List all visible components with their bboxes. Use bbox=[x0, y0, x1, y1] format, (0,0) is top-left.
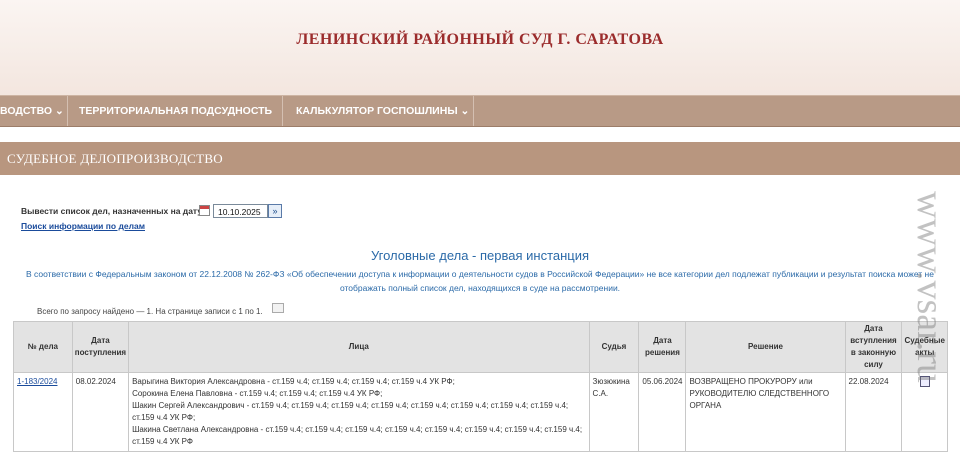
nav-item-fee-calculator[interactable]: КАЛЬКУЛЯТОР ГОСПОШЛИНЫ ⌄ bbox=[284, 96, 474, 126]
print-icon[interactable] bbox=[272, 303, 284, 313]
section-bar: СУДЕБНОЕ ДЕЛОПРОИЗВОДСТВО bbox=[0, 142, 960, 175]
main-nav: ВОДСТВО ⌄ ТЕРРИТОРИАЛЬНАЯ ПОДСУДНОСТЬ ⌄ … bbox=[0, 95, 960, 147]
col-header-decision: Решение bbox=[685, 321, 846, 373]
table-row: 1-183/2024 08.02.2024 Варыгина Виктория … bbox=[13, 372, 948, 452]
section-title: СУДЕБНОЕ ДЕЛОПРОИЗВОДСТВО bbox=[7, 151, 223, 166]
law-notice: В соответствии с Федеральным законом от … bbox=[26, 269, 934, 293]
case-search-link[interactable]: Поиск информации по делам bbox=[21, 221, 145, 231]
watermark-text: www.vsar.ru bbox=[909, 191, 951, 383]
col-header-persons: Лица bbox=[128, 321, 590, 373]
decision-date: 05.06.2024 bbox=[638, 372, 687, 452]
date-input[interactable]: 10.10.2025 bbox=[213, 204, 268, 218]
nav-item-jurisdiction[interactable]: ТЕРРИТОРИАЛЬНАЯ ПОДСУДНОСТЬ ⌄ bbox=[68, 96, 283, 147]
col-header-received: Дата поступления bbox=[71, 321, 130, 373]
date-label: Вывести список дел, назначенных на дату bbox=[21, 206, 203, 216]
col-header-judge: Судья bbox=[588, 321, 640, 373]
received-date: 08.02.2024 bbox=[71, 372, 130, 452]
nav-item-proceedings[interactable]: ВОДСТВО ⌄ bbox=[0, 96, 68, 126]
table-header-row: № дела Дата поступления Лица Судья Дата … bbox=[13, 321, 948, 373]
col-header-case-no: № дела bbox=[13, 321, 73, 373]
calendar-icon[interactable] bbox=[199, 205, 210, 216]
col-header-decision-date: Дата решения bbox=[638, 321, 687, 373]
persons-cell: Варыгина Виктория Александровна - ст.159… bbox=[128, 372, 590, 452]
site-header: ЛЕНИНСКИЙ РАЙОННЫЙ СУД Г. САРАТОВА bbox=[0, 0, 960, 95]
decision: ВОЗВРАЩЕНО ПРОКУРОРУ или РУКОВОДИТЕЛЮ СЛ… bbox=[685, 372, 846, 452]
judge: Зюзюкина С.А. bbox=[588, 372, 640, 452]
show-button[interactable]: » bbox=[268, 204, 282, 218]
results-count: Всего по запросу найдено — 1. На страниц… bbox=[37, 307, 263, 316]
court-title: ЛЕНИНСКИЙ РАЙОННЫЙ СУД Г. САРАТОВА bbox=[296, 31, 664, 48]
watermark: www.vsar.ru bbox=[880, 115, 960, 455]
person-entry: Сорокина Елена Павловна - ст.159 ч.4; ст… bbox=[132, 389, 383, 398]
person-entry: Варыгина Виктория Александровна - ст.159… bbox=[132, 377, 455, 386]
cases-table: № дела Дата поступления Лица Судья Дата … bbox=[13, 321, 948, 452]
case-link[interactable]: 1-183/2024 bbox=[17, 377, 57, 386]
category-title: Уголовные дела - первая инстанция bbox=[370, 248, 590, 263]
person-entry: Шакин Сергей Александрович - ст.159 ч.4;… bbox=[132, 401, 569, 422]
person-entry: Шакина Светлана Александровна - ст.159 ч… bbox=[132, 425, 583, 446]
